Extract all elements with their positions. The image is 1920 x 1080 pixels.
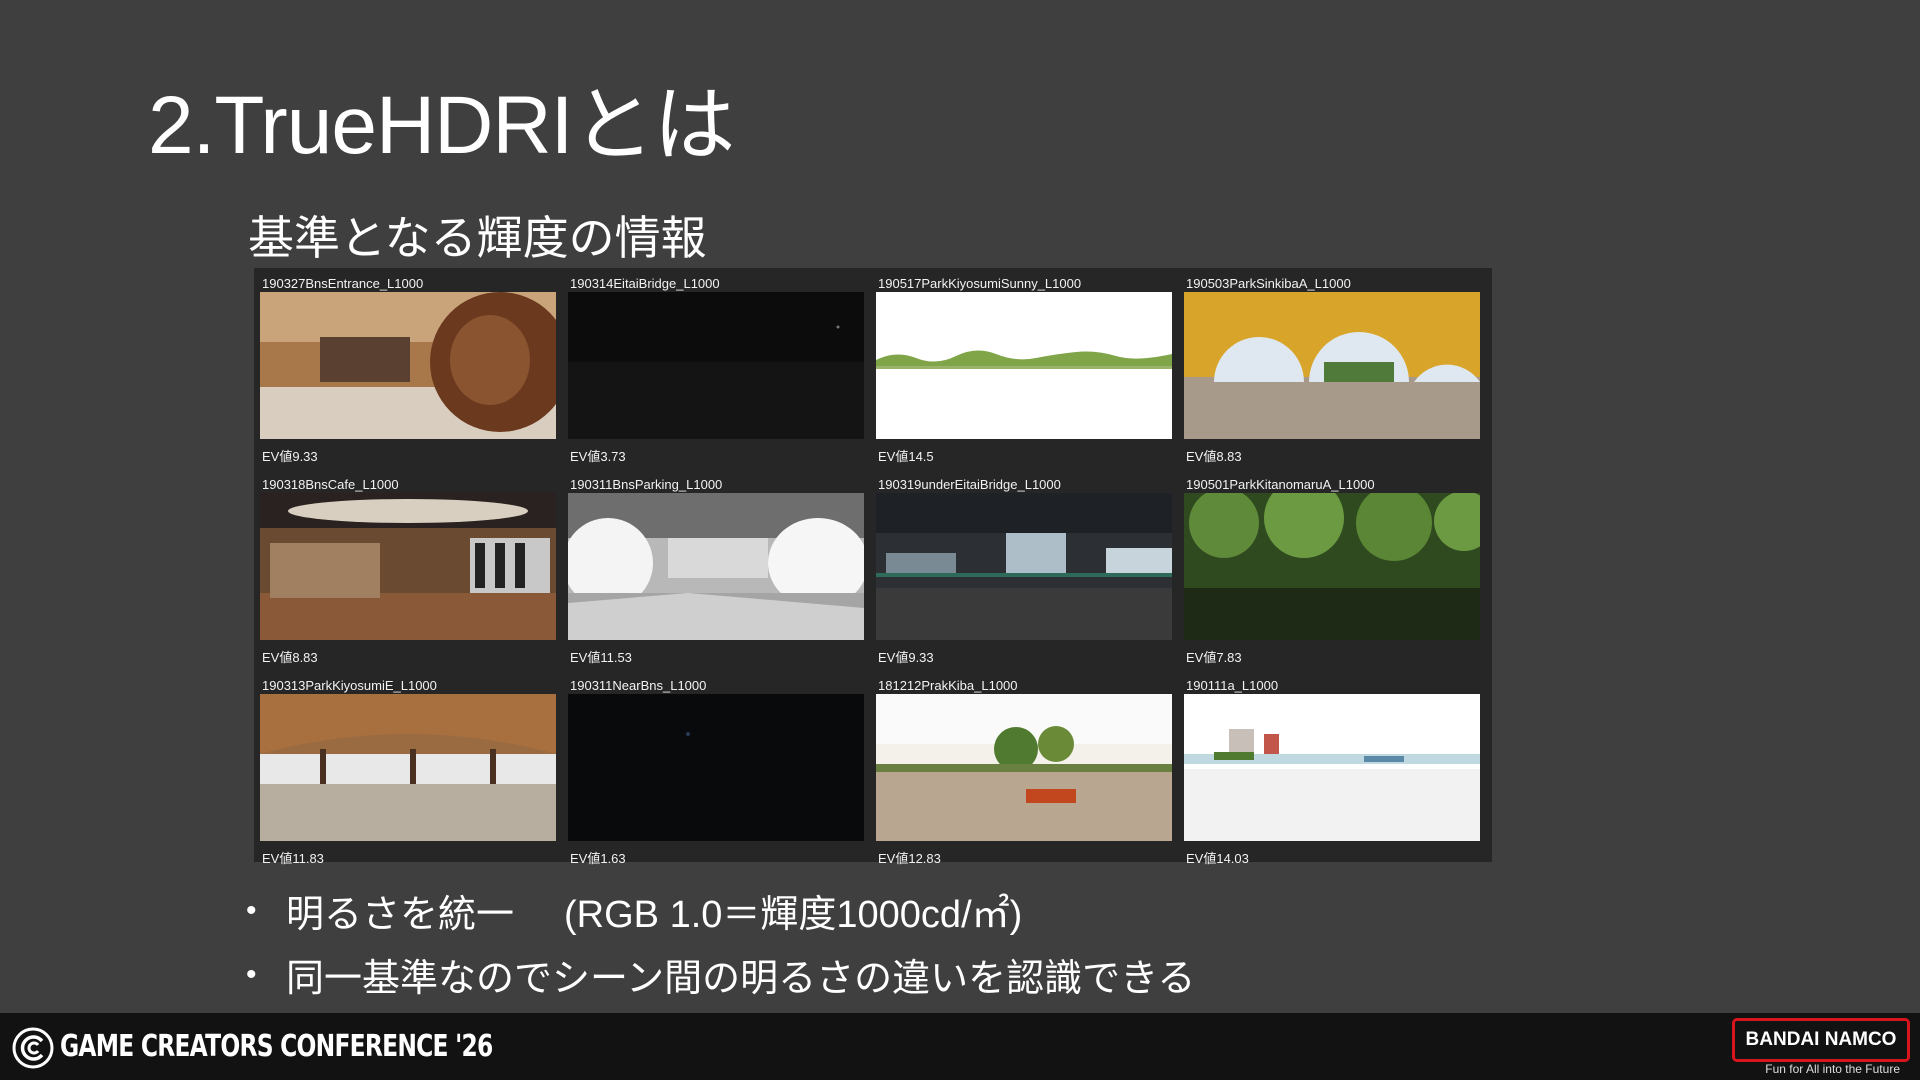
conference-name: GAME CREATORS CONFERENCE '26 (60, 1029, 493, 1064)
bullet-item-1: • 明るさを統一 (RGB 1.0＝輝度1000cd/㎡) (246, 878, 1195, 942)
hdri-name: 190517ParkKiyosumiSunny_L1000 (878, 276, 1082, 291)
hdri-thumbnail: 190311BnsParking_L1000 EV値11.53 (568, 473, 864, 673)
hdri-thumbnail: 190314EitaiBridge_L1000 EV値3.73 (568, 272, 864, 472)
hdri-thumbnail: 190111a_L1000 EV値14.03 (1184, 674, 1480, 874)
bullet-dot: • (246, 892, 257, 928)
bullet-1-note: (RGB 1.0＝輝度1000cd/㎡) (564, 893, 1023, 936)
hdri-panorama-image (260, 292, 556, 439)
brand-tagline: Fun for All into the Future (1765, 1062, 1900, 1076)
hdri-panorama-image (876, 694, 1172, 841)
hdri-name: 190311BnsParking_L1000 (570, 477, 723, 492)
bandai-namco-logo: BANDAI NAMCO (1732, 1018, 1910, 1062)
slide-subtitle: 基準となる輝度の情報 (248, 211, 707, 265)
panorama-overexposed-park (876, 292, 1172, 439)
hdri-grid: 190327BnsEntrance_L1000 EV値9.33 190314Eita… (260, 272, 1480, 874)
panorama-night-dark (568, 292, 864, 439)
hdri-panorama-image (568, 292, 864, 439)
hdri-ev-value: EV値9.33 (878, 650, 934, 665)
hdri-panorama-image (260, 493, 556, 640)
hdri-name: 190501ParkKitanomaruA_L1000 (1186, 477, 1375, 492)
hdri-thumbnail: 190517ParkKiyosumiSunny_L1000 EV値14.5 (876, 272, 1172, 472)
hdri-name: 190311NearBns_L1000 (570, 678, 707, 693)
brand-name: BANDAI NAMCO (1745, 1029, 1897, 1050)
hdri-ev-value: EV値8.83 (1186, 449, 1242, 464)
hdri-panorama-image (876, 292, 1172, 439)
hdri-thumbnail: 190311NearBns_L1000 EV値1.63 (568, 674, 864, 874)
bullet-dot: • (246, 956, 257, 992)
footer-bar: GAME CREATORS CONFERENCE '26 BANDAI NAMC… (0, 1013, 1920, 1080)
bullet-2-text: 同一基準なのでシーン間の明るさの違いを認識できる (286, 955, 1196, 1000)
hdri-ev-value: EV値14.5 (878, 449, 934, 464)
bullet-1-text: 明るさを統一 (286, 891, 515, 936)
panorama-interior-cafe (260, 493, 556, 640)
hdri-name: 190314EitaiBridge_L1000 (570, 276, 720, 291)
hdri-name: 190318BnsCafe_L1000 (262, 477, 399, 492)
hdri-ev-value: EV値11.83 (262, 851, 324, 866)
panorama-park-plaza (876, 694, 1172, 841)
bullet-list: • 明るさを統一 (RGB 1.0＝輝度1000cd/㎡) • 同一基準なのでシ… (246, 878, 1195, 1006)
panorama-yellow-canopy (1184, 292, 1480, 439)
hdri-panorama-image (876, 493, 1172, 640)
hdri-thumbnail: 190327BnsEntrance_L1000 EV値9.33 (260, 272, 556, 472)
hdri-panorama-image (260, 694, 556, 841)
hdri-thumbnail: 190319underEitaiBridge_L1000 EV値9.33 (876, 473, 1172, 673)
hdri-panorama-image (1184, 292, 1480, 439)
panorama-parking-bright (568, 493, 864, 640)
hdri-panorama-image (568, 493, 864, 640)
hdri-thumbnail-panel: 190327BnsEntrance_L1000 EV値9.33 190314Eita… (254, 268, 1492, 866)
hdri-ev-value: EV値7.83 (1186, 650, 1242, 665)
hdri-name: 190111a_L1000 (1186, 678, 1279, 693)
hdri-name: 190319underEitaiBridge_L1000 (878, 477, 1061, 492)
hdri-thumbnail: 190503ParkSinkibaA_L1000 EV値8.83 (1184, 272, 1480, 472)
hdri-ev-value: EV値14.03 (1186, 851, 1249, 866)
hdri-ev-value: EV値3.73 (570, 449, 626, 464)
panorama-forest (1184, 493, 1480, 640)
hdri-panorama-image (1184, 694, 1480, 841)
slide-title: 2.TrueHDRIとは (148, 80, 735, 171)
panorama-waterfront-bright (1184, 694, 1480, 841)
hdri-thumbnail: 190313ParkKiyosumiE_L1000 EV値11.83 (260, 674, 556, 874)
hdri-panorama-image (1184, 493, 1480, 640)
hdri-ev-value: EV値9.33 (262, 449, 318, 464)
hdri-ev-value: EV値8.83 (262, 650, 318, 665)
hdri-thumbnail: 190501ParkKitanomaruA_L1000 EV値7.83 (1184, 473, 1480, 673)
hdri-ev-value: EV値11.53 (570, 650, 632, 665)
panorama-wooden-pavilion (260, 694, 556, 841)
hdri-ev-value: EV値12.83 (878, 851, 941, 866)
hdri-name: 190503ParkSinkibaA_L1000 (1186, 276, 1351, 291)
bullet-item-2: • 同一基準なのでシーン間の明るさの違いを認識できる (246, 942, 1195, 1006)
panorama-night-very-dark (568, 694, 864, 841)
hdri-name: 181212PrakKiba_L1000 (878, 678, 1018, 693)
hdri-name: 190327BnsEntrance_L1000 (262, 276, 424, 291)
panorama-under-bridge (876, 493, 1172, 640)
panorama-interior-lobby (260, 292, 556, 439)
hdri-thumbnail: 181212PrakKiba_L1000 EV値12.83 (876, 674, 1172, 874)
hdri-panorama-image (568, 694, 864, 841)
gcc-logo-icon (12, 1027, 54, 1069)
hdri-name: 190313ParkKiyosumiE_L1000 (262, 678, 437, 693)
hdri-thumbnail: 190318BnsCafe_L1000 EV値8.83 (260, 473, 556, 673)
hdri-ev-value: EV値1.63 (570, 851, 626, 866)
